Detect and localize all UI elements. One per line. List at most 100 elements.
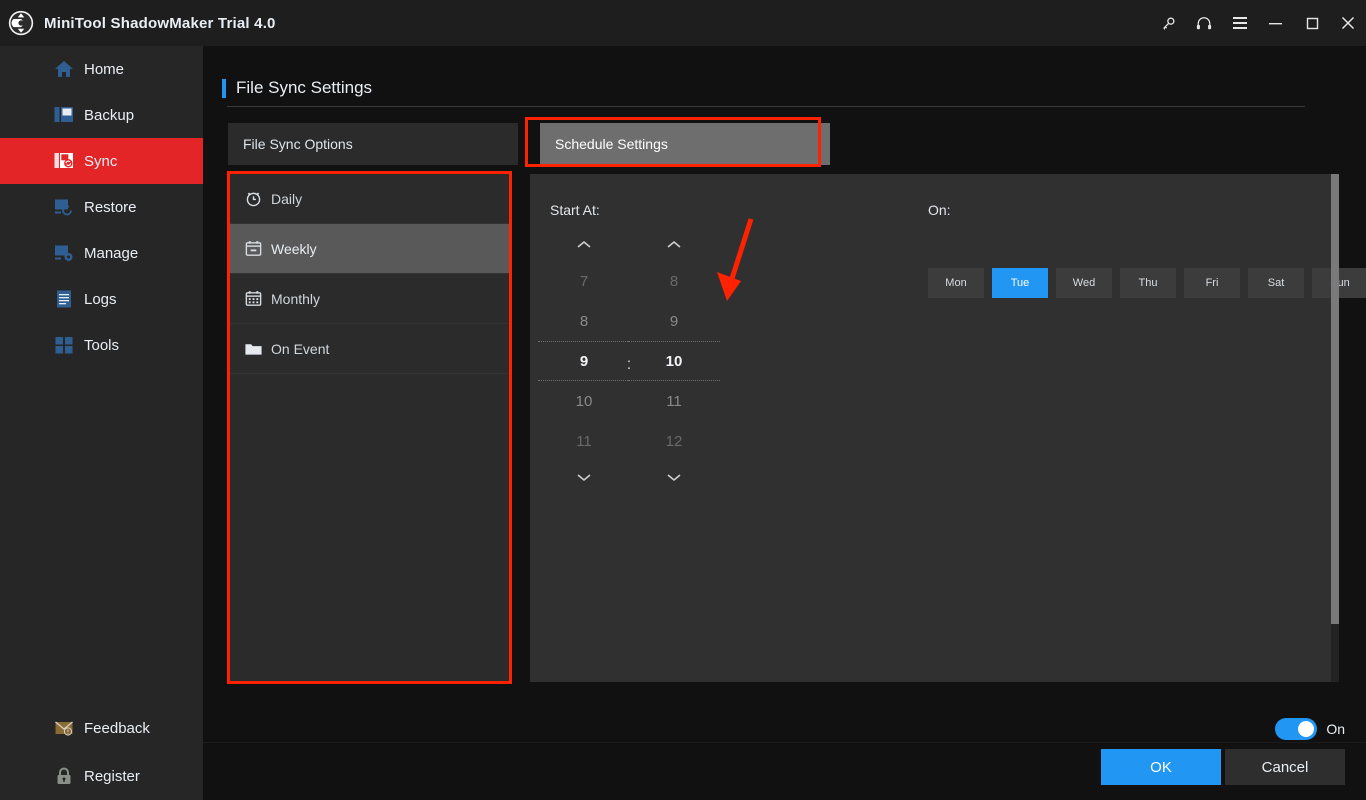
sidebar-item-backup[interactable]: Backup [0, 92, 203, 138]
on-label: On: [928, 202, 951, 218]
sidebar-item-label: Tools [84, 336, 120, 354]
app-window: MiniTool ShadowMaker Trial 4.0 Home Back… [0, 0, 1366, 800]
footer-divider [203, 742, 1366, 743]
minitool-logo [8, 10, 34, 36]
schedule-enable-toggle-group: On [1275, 718, 1345, 740]
sidebar-bottom-group: Feedback Register [0, 704, 203, 800]
cancel-button[interactable]: Cancel [1225, 749, 1345, 785]
day-label: Fri [1205, 277, 1219, 289]
sidebar-item-label: Restore [84, 198, 137, 216]
hour-value-below-2[interactable]: 11 [538, 421, 630, 461]
schedule-option-weekly[interactable]: Weekly [230, 224, 509, 274]
hour-value-selected[interactable]: 9 [538, 341, 630, 381]
main-content: File Sync Settings File Sync Options Sch… [203, 46, 1366, 800]
alarm-clock-icon [242, 188, 264, 210]
feedback-icon [53, 717, 75, 739]
tab-label: Schedule Settings [555, 136, 668, 152]
schedule-option-daily[interactable]: Daily [230, 174, 509, 224]
minute-value-below-2[interactable]: 12 [628, 421, 720, 461]
minimize-icon[interactable] [1258, 0, 1294, 46]
time-colon-separator: : [626, 356, 632, 373]
sidebar-item-label: Home [84, 60, 125, 78]
minute-value-selected[interactable]: 10 [628, 341, 720, 381]
page-header: File Sync Settings [222, 78, 372, 98]
minute-down-chevron-icon[interactable] [628, 461, 720, 493]
menu-icon[interactable] [1222, 0, 1258, 46]
logs-icon [53, 288, 75, 310]
start-at-label: Start At: [550, 202, 600, 218]
tab-label: File Sync Options [243, 136, 353, 152]
close-icon[interactable] [1330, 0, 1366, 46]
day-button-mon[interactable]: Mon [928, 268, 984, 298]
day-button-sun[interactable]: Sun [1312, 268, 1366, 298]
schedule-detail-panel: Start At: On: 7 8 9 10 11 8 9 10 11 12:… [530, 174, 1366, 682]
title-bar: MiniTool ShadowMaker Trial 4.0 [0, 0, 1366, 46]
sidebar-item-label: Backup [84, 106, 135, 124]
sidebar-item-feedback[interactable]: Feedback [0, 704, 203, 752]
schedule-option-label: Monthly [271, 290, 321, 307]
sidebar-item-label: Feedback [84, 719, 150, 737]
day-button-fri[interactable]: Fri [1184, 268, 1240, 298]
minute-value-above-1[interactable]: 9 [628, 301, 720, 341]
day-button-wed[interactable]: Wed [1056, 268, 1112, 298]
tab-bar: File Sync Options Schedule Settings [228, 123, 830, 165]
schedule-type-list: Daily Weekly Monthly On Event [230, 174, 509, 681]
day-of-week-group: Mon Tue Wed Thu Fri Sat Sun [928, 268, 1366, 298]
minute-up-chevron-icon[interactable] [628, 229, 720, 261]
headset-icon[interactable] [1186, 0, 1222, 46]
sidebar-item-label: Logs [84, 290, 117, 308]
minute-value-below-1[interactable]: 11 [628, 381, 720, 421]
dialog-button-row: OK Cancel [1101, 749, 1345, 785]
hour-value-above-1[interactable]: 8 [538, 301, 630, 341]
sidebar-item-label: Manage [84, 244, 139, 262]
sidebar: Home Backup Sync Restore Manage Logs Too… [0, 46, 203, 800]
hour-value-above-2[interactable]: 7 [538, 261, 630, 301]
title-accent-bar [222, 78, 226, 98]
calendar-week-icon [242, 238, 264, 260]
hour-spinner[interactable]: 7 8 9 10 11 [538, 229, 630, 493]
day-button-thu[interactable]: Thu [1120, 268, 1176, 298]
minute-value-above-2[interactable]: 8 [628, 261, 720, 301]
day-label: Thu [1138, 277, 1158, 289]
minute-spinner[interactable]: 8 9 10 11 12 [628, 229, 720, 493]
key-icon[interactable] [1150, 0, 1186, 46]
hour-value-below-1[interactable]: 10 [538, 381, 630, 421]
scrollbar-thumb[interactable] [1331, 174, 1339, 624]
page-title: File Sync Settings [236, 78, 373, 97]
restore-icon [53, 196, 75, 218]
sidebar-item-register[interactable]: Register [0, 752, 203, 800]
sidebar-item-manage[interactable]: Manage [0, 230, 203, 276]
sidebar-item-home[interactable]: Home [0, 46, 203, 92]
schedule-option-label: Daily [271, 190, 303, 207]
day-label: Mon [945, 277, 967, 289]
schedule-panel-scrollbar[interactable] [1331, 174, 1339, 682]
maximize-icon[interactable] [1294, 0, 1330, 46]
day-button-tue[interactable]: Tue [992, 268, 1048, 298]
day-label: Sat [1267, 277, 1285, 289]
folder-icon [242, 338, 264, 360]
sidebar-item-tools[interactable]: Tools [0, 322, 203, 368]
window-controls [1150, 0, 1366, 46]
schedule-enable-toggle[interactable] [1275, 718, 1318, 740]
tab-schedule-settings[interactable]: Schedule Settings [540, 123, 830, 165]
schedule-option-monthly[interactable]: Monthly [230, 274, 509, 324]
schedule-option-on-event[interactable]: On Event [230, 324, 509, 374]
home-icon [53, 58, 75, 80]
day-button-sat[interactable]: Sat [1248, 268, 1304, 298]
hour-up-chevron-icon[interactable] [538, 229, 630, 261]
ok-button[interactable]: OK [1101, 749, 1221, 785]
hour-down-chevron-icon[interactable] [538, 461, 630, 493]
day-label: Wed [1072, 277, 1096, 289]
sidebar-item-logs[interactable]: Logs [0, 276, 203, 322]
sidebar-item-label: Sync [84, 152, 118, 170]
tab-file-sync-options[interactable]: File Sync Options [228, 123, 518, 165]
sidebar-item-label: Register [84, 767, 140, 785]
ok-label: OK [1150, 758, 1172, 776]
schedule-option-label: On Event [271, 340, 330, 357]
cancel-label: Cancel [1261, 758, 1309, 776]
manage-icon [53, 242, 75, 264]
schedule-option-label: Weekly [271, 240, 317, 257]
sidebar-item-sync[interactable]: Sync [0, 138, 203, 184]
sidebar-item-restore[interactable]: Restore [0, 184, 203, 230]
tools-icon [53, 334, 75, 356]
